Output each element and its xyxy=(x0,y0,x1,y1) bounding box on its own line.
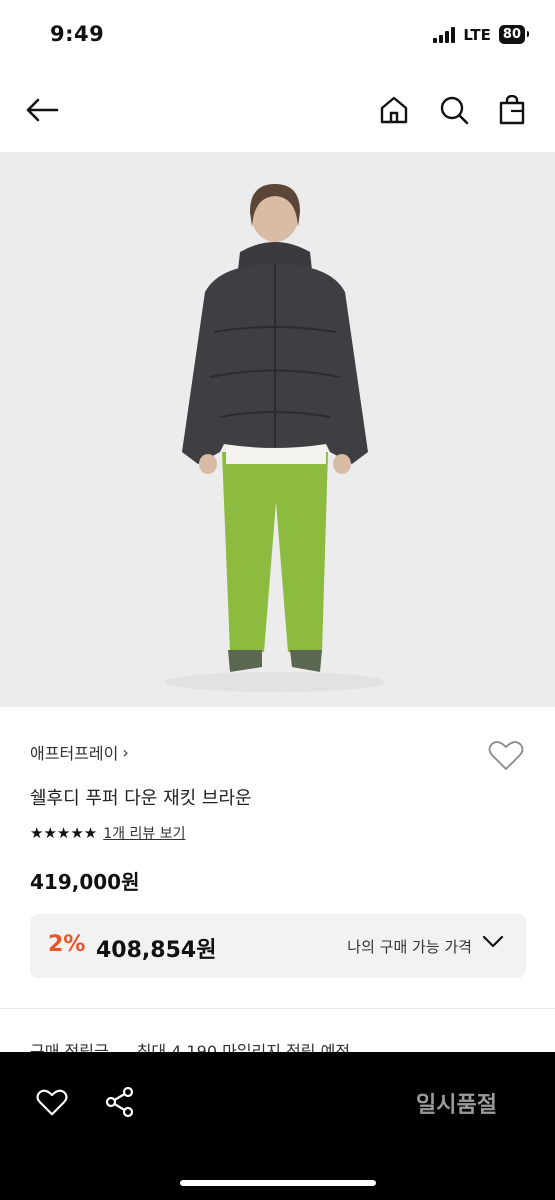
review-link[interactable]: 1개 리뷰 보기 xyxy=(103,823,185,843)
heart-icon xyxy=(36,1089,68,1116)
product-image[interactable] xyxy=(0,152,555,707)
heart-icon xyxy=(488,741,524,770)
share-icon xyxy=(105,1086,134,1118)
original-price: 419,000원 xyxy=(30,870,140,894)
status-indicators: LTE 80 xyxy=(433,25,530,44)
chevron-right-icon: › xyxy=(122,742,129,762)
sale-price: 408,854원 xyxy=(96,938,217,963)
rating-row: ★★★★★ 1개 리뷰 보기 xyxy=(30,823,185,843)
home-indicator xyxy=(180,1180,376,1186)
bottom-action-bar: 일시품절 xyxy=(0,1052,555,1200)
share-button[interactable] xyxy=(100,1082,140,1122)
cart-button[interactable] xyxy=(492,90,532,130)
home-icon xyxy=(380,96,408,124)
my-price-box[interactable]: 2% 408,854원 나의 구매 가능 가격 xyxy=(30,914,526,978)
wishlist-button[interactable] xyxy=(486,735,526,775)
discount-rate: 2% xyxy=(48,932,86,957)
back-button[interactable] xyxy=(22,90,62,130)
chevron-down-icon xyxy=(482,934,504,953)
product-model-illustration xyxy=(0,152,555,707)
top-navigation xyxy=(0,80,555,140)
shopping-bag-icon xyxy=(499,95,525,125)
product-title: 쉘후디 푸퍼 다운 재킷 브라운 xyxy=(30,788,252,809)
my-price-label: 나의 구매 가능 가격 xyxy=(347,938,472,956)
brand-name: 애프터프레이 xyxy=(30,744,119,763)
status-bar: 9:49 LTE 80 xyxy=(0,0,555,70)
brand-link[interactable]: 애프터프레이 › xyxy=(30,740,129,764)
arrow-left-icon xyxy=(26,98,59,122)
battery-icon: 80 xyxy=(498,25,530,44)
signal-icon xyxy=(433,26,456,43)
soldout-button[interactable]: 일시품절 xyxy=(416,1087,497,1119)
search-button[interactable] xyxy=(434,90,474,130)
search-icon xyxy=(440,96,469,125)
home-button[interactable] xyxy=(374,90,414,130)
divider xyxy=(0,1008,555,1009)
network-label: LTE xyxy=(463,25,491,44)
status-time: 9:49 xyxy=(50,22,105,46)
bottom-wishlist-button[interactable] xyxy=(32,1082,72,1122)
star-rating-icon: ★★★★★ xyxy=(30,824,98,842)
